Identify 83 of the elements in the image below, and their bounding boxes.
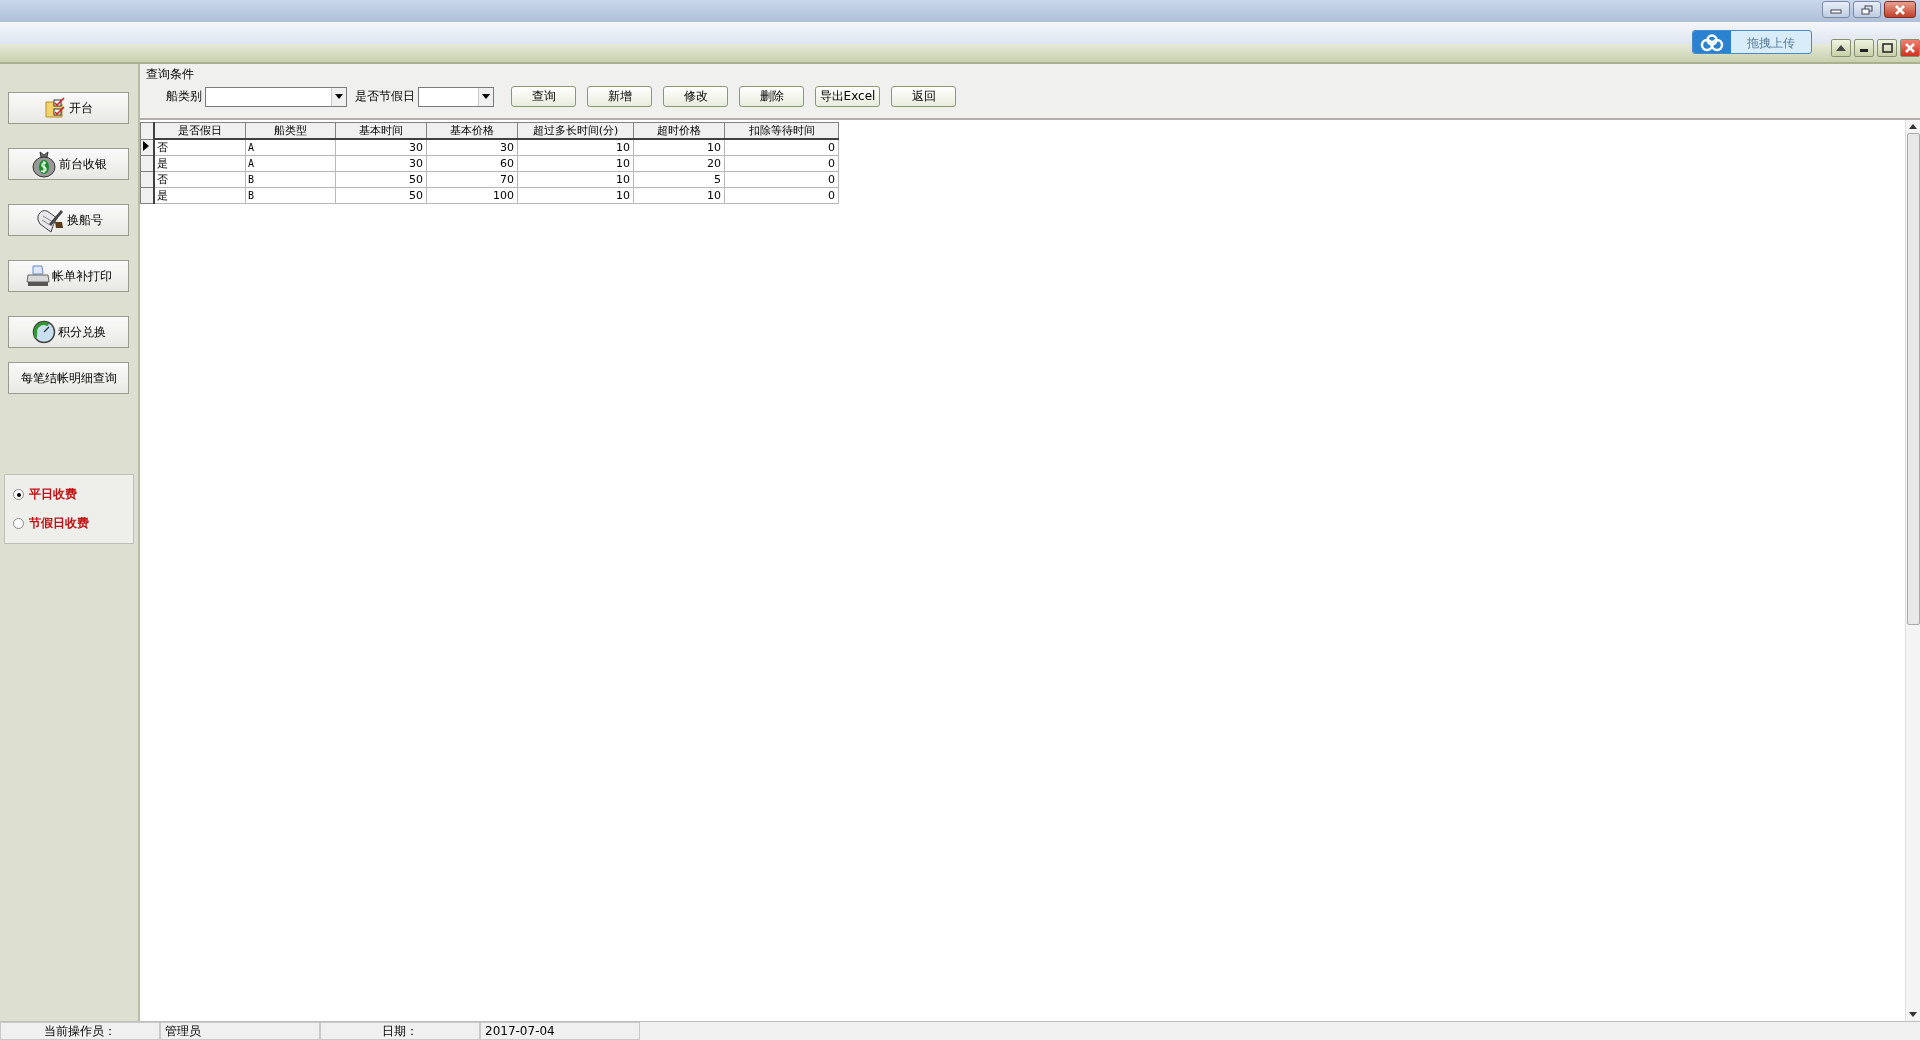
upload-button[interactable]: 拖拽上传 <box>1692 30 1812 54</box>
table-cell: 0 <box>724 139 839 156</box>
table-cell: 50 <box>335 171 427 188</box>
status-label: 日期： <box>320 1022 480 1040</box>
field-label: 是否节假日 <box>355 88 415 105</box>
column-header[interactable]: 是否假日 <box>154 122 246 139</box>
table-cell: 0 <box>724 171 839 188</box>
table-cell: 10 <box>633 139 725 156</box>
radio-button[interactable] <box>13 489 24 500</box>
printer-icon <box>25 265 50 287</box>
column-header[interactable]: 基本时间 <box>335 122 427 139</box>
column-header[interactable]: 扣除等待时间 <box>724 122 839 139</box>
close-icon <box>1905 43 1915 53</box>
table-cell: 5 <box>633 171 725 188</box>
column-header[interactable]: 船类型 <box>245 122 336 139</box>
field-label: 船类别 <box>166 88 202 105</box>
table-cell: 否 <box>154 171 246 188</box>
restore-button[interactable] <box>1853 1 1881 18</box>
folder-checklist-icon <box>44 97 67 119</box>
column-header[interactable]: 超时价格 <box>633 122 725 139</box>
table-cell: 60 <box>426 155 518 172</box>
table-cell: 否 <box>154 139 246 156</box>
radio-button[interactable] <box>13 518 24 529</box>
minimize-button[interactable] <box>1854 39 1874 57</box>
sidebar-button[interactable]: 换船号 <box>8 204 129 236</box>
scrollbar[interactable] <box>1905 120 1920 1021</box>
toolbar-button[interactable]: 删除 <box>739 86 804 107</box>
table-cell: 10 <box>517 171 634 188</box>
refresh-clock-icon <box>31 320 56 344</box>
column-header[interactable]: 基本价格 <box>426 122 518 139</box>
table-cell: 是 <box>154 155 246 172</box>
toolbar-button[interactable]: 查询 <box>511 86 576 107</box>
triangle-up-icon <box>1836 45 1846 51</box>
close-icon <box>1894 4 1906 15</box>
radio-label: 平日收费 <box>29 486 77 503</box>
restore-icon <box>1861 4 1873 15</box>
table-cell: 0 <box>724 155 839 172</box>
radio-label: 节假日收费 <box>29 515 89 532</box>
table-cell: A <box>245 155 336 172</box>
money-bag-icon <box>30 150 57 178</box>
table-cell: 0 <box>724 187 839 204</box>
table-cell: 10 <box>633 187 725 204</box>
dropdown-field[interactable] <box>205 86 347 107</box>
maximize-button[interactable] <box>1877 39 1897 57</box>
toolbar-button[interactable]: 新增 <box>587 86 652 107</box>
sidebar-button[interactable]: 积分兑换 <box>8 316 129 348</box>
scroll-down-arrow-icon <box>1909 1012 1917 1017</box>
table-cell: 70 <box>426 171 518 188</box>
sidebar-button[interactable]: 开台 <box>8 92 129 124</box>
dropdown-field[interactable] <box>418 86 494 107</box>
toolbar-button[interactable]: 返回 <box>891 86 956 107</box>
table-cell: 100 <box>426 187 518 204</box>
close-button[interactable] <box>1900 39 1920 57</box>
table-cell: 50 <box>335 187 427 204</box>
sidebar-button[interactable]: 帐单补打印 <box>8 260 129 292</box>
scroll-up-arrow-icon <box>1909 124 1917 129</box>
table-cell: A <box>245 139 336 156</box>
table-cell: 30 <box>426 139 518 156</box>
dropdown-arrow-icon <box>335 94 343 99</box>
cloud-icon <box>1693 31 1731 53</box>
status-value: 管理员 <box>160 1022 320 1040</box>
toolbar-button[interactable]: 导出Excel <box>815 86 880 107</box>
status-label: 当前操作员： <box>0 1022 160 1040</box>
table-cell: 10 <box>517 139 634 156</box>
sidebar-button[interactable]: 每笔结帐明细查询 <box>8 362 129 394</box>
table-cell: 20 <box>633 155 725 172</box>
toolbar-button[interactable]: 修改 <box>663 86 728 107</box>
group-title: 查询条件 <box>146 66 194 83</box>
dropdown-arrow-icon <box>482 94 490 99</box>
current-row-arrow-icon <box>143 140 149 151</box>
table-cell: B <box>245 171 336 188</box>
table-cell: 10 <box>517 155 634 172</box>
column-header[interactable]: 超过多长时间(分) <box>517 122 634 139</box>
close-button[interactable] <box>1884 1 1916 18</box>
maximize-icon <box>1881 43 1893 53</box>
scroll-up-button[interactable] <box>1831 39 1851 57</box>
table-cell: 30 <box>335 155 427 172</box>
table-cell: 是 <box>154 187 246 204</box>
sidebar-button[interactable]: 前台收银 <box>8 148 129 180</box>
table-cell: 10 <box>517 187 634 204</box>
status-value: 2017-07-04 <box>480 1022 640 1040</box>
table-cell: 30 <box>335 139 427 156</box>
table-cell: B <box>245 187 336 204</box>
